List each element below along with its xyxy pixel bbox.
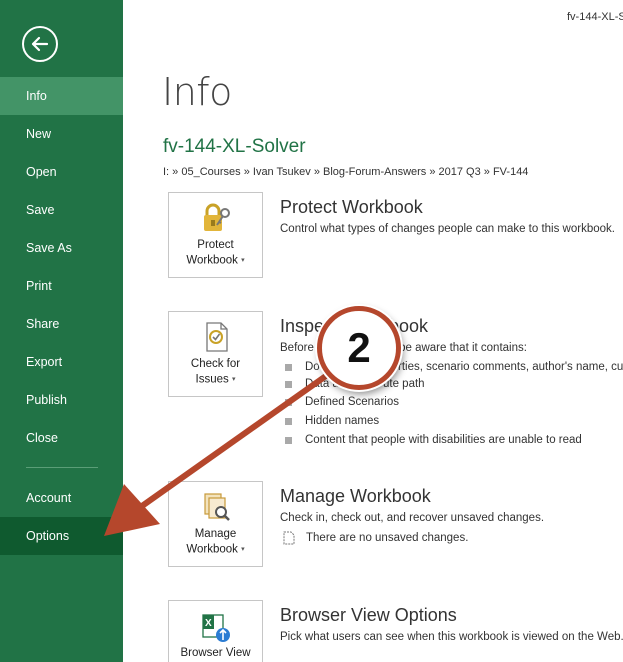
excel-backstage: Info New Open Save Save As Print Share E… <box>0 0 623 662</box>
manage-workbook-icon <box>204 493 230 521</box>
back-button[interactable] <box>22 26 58 62</box>
window-title: fv-144-XL-Solver - Excel <box>567 11 623 23</box>
inspect-item-start: Do <box>305 361 320 373</box>
file-path-breadcrumb[interactable]: I: » 05_Courses » Ivan Tsukev » Blog-For… <box>163 166 528 178</box>
sidebar-item-label: Close <box>26 431 58 445</box>
inspect-item-end: rties, scenario comments, author's name,… <box>398 361 623 373</box>
inspect-item: Hidden names <box>305 415 380 427</box>
manage-workbook-desc: Check in, check out, and recover unsaved… <box>280 512 545 524</box>
sidebar-item-info[interactable]: Info <box>0 77 123 115</box>
check-for-issues-button[interactable]: Check for Issues ▾ <box>168 311 263 397</box>
bullet-icon <box>285 399 292 406</box>
manage-workbook-label-line2: Workbook ▾ <box>186 543 245 556</box>
dropdown-caret-icon: ▾ <box>231 376 236 383</box>
manage-workbook-note: There are no unsaved changes. <box>306 532 469 544</box>
browser-view-button[interactable]: X Browser View <box>168 600 263 662</box>
sidebar-item-label: Options <box>26 529 70 543</box>
sidebar-item-new[interactable]: New <box>0 115 123 153</box>
step-badge: 2 <box>317 306 401 390</box>
sidebar-item-label: Open <box>26 165 57 179</box>
bullet-icon <box>285 364 292 371</box>
sidebar-item-label: Info <box>26 89 47 103</box>
sidebar-item-save[interactable]: Save <box>0 191 123 229</box>
sidebar-item-label: Save <box>26 203 55 217</box>
sidebar-item-save-as[interactable]: Save As <box>0 229 123 267</box>
manage-workbook-title: Manage Workbook <box>280 486 431 506</box>
bullet-icon <box>285 381 292 388</box>
file-name: fv-144-XL-Solver <box>163 136 306 157</box>
inspect-workbook-desc-start: Before <box>280 342 314 354</box>
inspect-item-end: ute path <box>383 378 425 390</box>
back-arrow-icon <box>31 36 49 52</box>
sidebar-item-label: Publish <box>26 393 67 407</box>
sidebar-item-account[interactable]: Account <box>0 479 123 517</box>
sidebar-item-close[interactable]: Close <box>0 419 123 457</box>
protect-workbook-button[interactable]: Protect Workbook ▾ <box>168 192 263 278</box>
sidebar-item-label: Export <box>26 355 63 369</box>
sidebar-item-print[interactable]: Print <box>0 267 123 305</box>
protect-workbook-label-line2: Workbook ▾ <box>186 254 245 267</box>
page-title: Info <box>162 70 232 114</box>
document-icon <box>283 531 295 545</box>
sidebar-item-publish[interactable]: Publish <box>0 381 123 419</box>
sidebar-item-share[interactable]: Share <box>0 305 123 343</box>
sidebar-item-label: Share <box>26 317 60 331</box>
bullet-icon <box>285 418 292 425</box>
dropdown-caret-icon: ▾ <box>241 546 245 553</box>
inspect-item: Content that people with disabilities ar… <box>305 434 582 446</box>
browser-view-title: Browser View Options <box>280 605 457 625</box>
protect-workbook-desc: Control what types of changes people can… <box>280 223 615 235</box>
sidebar-item-label: Print <box>26 279 52 293</box>
sidebar-item-export[interactable]: Export <box>0 343 123 381</box>
manage-workbook-button[interactable]: Manage Workbook ▾ <box>168 481 263 567</box>
lock-key-icon <box>204 203 230 231</box>
sidebar-item-open[interactable]: Open <box>0 153 123 191</box>
excel-browser-icon: X <box>202 614 230 642</box>
bullet-icon <box>285 437 292 444</box>
svg-text:X: X <box>205 618 212 629</box>
protect-workbook-label: Protect <box>197 239 234 251</box>
check-for-issues-label-line2: Issues ▾ <box>195 373 236 386</box>
inspect-workbook-title-start: Inspe <box>280 316 325 336</box>
backstage-sidebar: Info New Open Save Save As Print Share E… <box>0 0 123 662</box>
dropdown-caret-icon: ▾ <box>241 257 245 264</box>
sidebar-item-label: Save As <box>26 241 72 255</box>
sidebar-item-label: Account <box>26 491 72 505</box>
browser-view-label: Browser View <box>180 647 251 659</box>
sidebar-item-label: New <box>26 127 52 141</box>
sidebar-item-options[interactable]: Options <box>0 517 123 555</box>
inspect-document-icon <box>206 322 228 352</box>
protect-workbook-title: Protect Workbook <box>280 197 423 217</box>
inspect-item: Defined Scenarios <box>305 396 399 408</box>
manage-workbook-label: Manage <box>194 528 237 540</box>
browser-view-desc: Pick what users can see when this workbo… <box>280 631 623 643</box>
check-for-issues-label: Check for <box>190 358 241 370</box>
sidebar-divider <box>26 467 98 468</box>
